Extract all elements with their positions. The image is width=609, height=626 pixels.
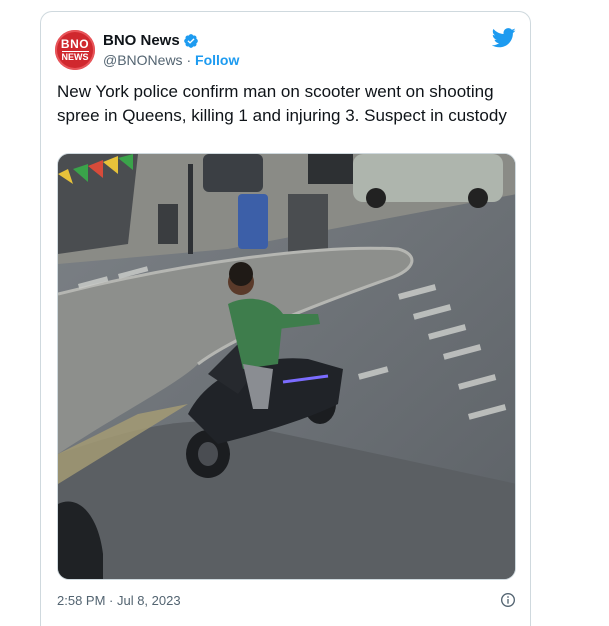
separator-dot: · bbox=[182, 52, 196, 68]
cctv-scene-image bbox=[58, 154, 515, 579]
avatar-logo-text-bottom: NEWS bbox=[61, 51, 89, 62]
avatar[interactable]: BNO NEWS bbox=[55, 30, 95, 70]
tweet-footer: 2:58 PM · Jul 8, 2023 bbox=[57, 592, 516, 608]
tweet-card[interactable]: BNO NEWS BNO News @BNONews · Follow New … bbox=[40, 11, 531, 626]
tweet-header: BNO NEWS BNO News @BNONews · Follow bbox=[55, 26, 239, 74]
handle[interactable]: @BNONews bbox=[103, 52, 183, 68]
timestamp-link[interactable]: 2:58 PM · Jul 8, 2023 bbox=[57, 593, 181, 608]
author-info: BNO News @BNONews · Follow bbox=[103, 32, 239, 68]
handle-row: @BNONews · Follow bbox=[103, 52, 239, 68]
tweet-media-photo[interactable] bbox=[57, 153, 516, 580]
tweet-text: New York police confirm man on scooter w… bbox=[57, 82, 507, 125]
follow-button[interactable]: Follow bbox=[195, 52, 239, 68]
twitter-bird-icon[interactable] bbox=[492, 28, 516, 48]
display-name[interactable]: BNO News bbox=[103, 32, 180, 49]
verified-badge-icon bbox=[183, 33, 198, 48]
name-row: BNO News bbox=[103, 32, 239, 49]
avatar-logo-text-top: BNO bbox=[60, 37, 90, 51]
info-icon[interactable] bbox=[500, 592, 516, 608]
